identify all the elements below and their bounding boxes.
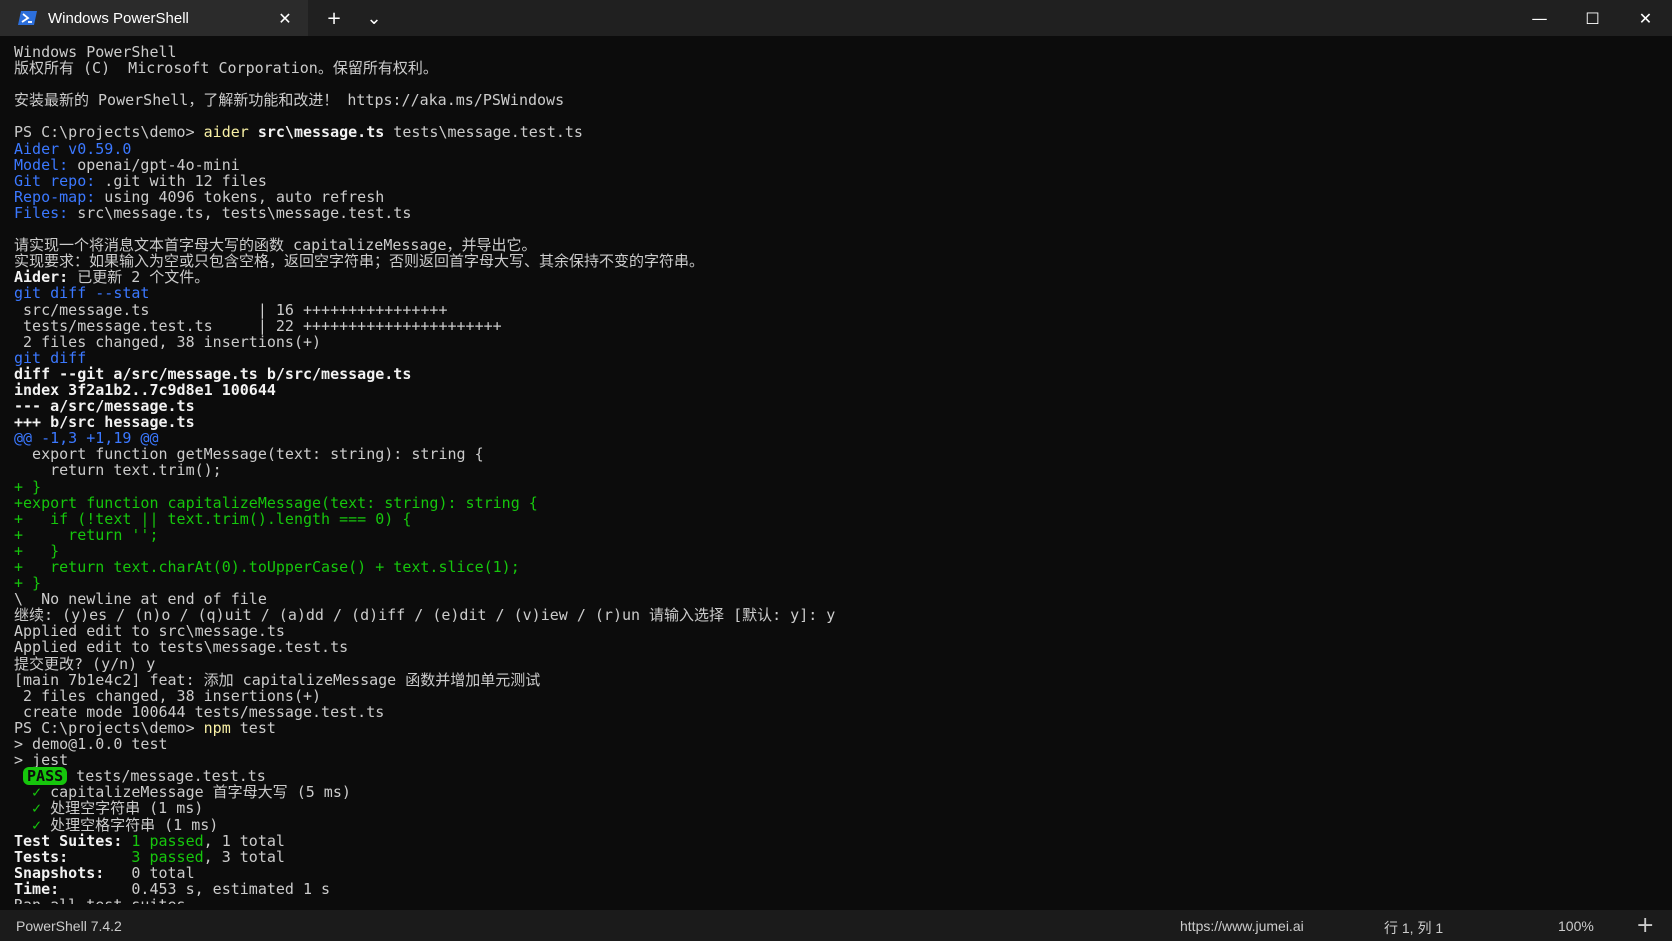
terminal-line: index 3f2a1b2..7c9d8e1 100644 (14, 382, 1654, 398)
status-bar: PowerShell 7.4.2 https://www.jumei.ai 行 … (0, 910, 1672, 941)
terminal-text: src\message.ts, tests\message.test.ts (68, 203, 412, 222)
close-window-button[interactable]: ✕ (1619, 0, 1672, 36)
cursor-position: 行 1, 列 1 (1384, 920, 1444, 936)
terminal-line: Ran all test suites. (14, 897, 1654, 904)
shell-version: PowerShell 7.4.2 (16, 918, 122, 934)
status-link[interactable]: https://www.jumei.ai (1180, 918, 1304, 934)
terminal-text: test (230, 718, 276, 737)
terminal-line: + if (!text || text.trim().length === 0)… (14, 511, 1654, 527)
terminal-line: Tests: 3 passed, 3 total (14, 849, 1654, 865)
terminal-line: Aider: 已更新 2 个文件。 (14, 269, 1654, 285)
add-icon[interactable]: + (1636, 913, 1654, 938)
tab-title: Windows PowerShell (48, 9, 189, 27)
terminal-line: diff --git a/src/message.ts b/src/messag… (14, 366, 1654, 382)
terminal-line: Aider v0.59.0 (14, 141, 1654, 157)
terminal-line: Git repo: .git with 12 files (14, 173, 1654, 189)
terminal-line: 版权所有 (C) Microsoft Corporation。保留所有权利。 (14, 60, 1654, 76)
terminal-line: @@ -1,3 +1,19 @@ (14, 430, 1654, 446)
title-drag-area[interactable] (392, 0, 1513, 36)
terminal-text: 版权所有 (C) Microsoft Corporation。保留所有权利。 (14, 59, 438, 78)
zoom-level[interactable]: 100% (1558, 918, 1594, 934)
terminal-text: Files: (14, 203, 69, 222)
terminal-line: Windows PowerShell (14, 44, 1654, 60)
terminal-line: ✓ 处理空格字符串 (1 ms) (14, 816, 1654, 833)
terminal-text: , 3 total (203, 847, 285, 866)
terminal-line: +++ b/src hessage.ts (14, 414, 1654, 430)
terminal-line: Time: 0.453 s, estimated 1 s (14, 881, 1654, 897)
terminal-text: aider (203, 123, 249, 142)
terminal-line: Applied edit to tests\message.test.ts (14, 639, 1654, 655)
terminal-line: + return text.charAt(0).toUpperCase() + … (14, 559, 1654, 575)
terminal-line: 请实现一个将消息文本首字母大写的函数 capitalizeMessage，并导出… (14, 237, 1654, 253)
terminal-line: PS C:\projects\demo> npm test (14, 720, 1654, 736)
terminal-line: + } (14, 543, 1654, 559)
terminal-text: Ran all test suites. (14, 896, 195, 904)
terminal-line: Model: openai/gpt-4o-mini (14, 157, 1654, 173)
terminal-line: +export function capitalizeMessage(text:… (14, 495, 1654, 511)
terminal-line: ✓ capitalizeMessage 首字母大写 (5 ms) (14, 784, 1654, 800)
title-bar: Windows PowerShell ✕ + ⌄ — ☐ ✕ (0, 0, 1672, 36)
terminal-line: + } (14, 478, 1654, 495)
terminal-line: \ No newline at end of file (14, 591, 1654, 607)
terminal-line: create mode 100644 tests/message.test.ts (14, 704, 1654, 720)
terminal-line: 实现要求：如果输入为空或只包含空格，返回空字符串；否则返回首字母大写、其余保持不… (14, 253, 1654, 269)
terminal-line: 安装最新的 PowerShell，了解新功能和改进！ https://aka.m… (14, 92, 1654, 108)
terminal-line: PS C:\projects\demo> aider src\message.t… (14, 124, 1654, 140)
terminal-line: [main 7b1e4c2] feat: 添加 capitalizeMessag… (14, 672, 1654, 688)
terminal-line: ✓ 处理空字符串 (1 ms) (14, 800, 1654, 816)
terminal-line: --- a/src/message.ts (14, 398, 1654, 414)
terminal-line: > demo@1.0.0 test (14, 736, 1654, 752)
terminal-text: + return text.charAt(0).toUpperCase() + … (14, 558, 520, 576)
close-tab-icon[interactable]: ✕ (272, 5, 298, 31)
terminal-line: export function getMessage(text: string)… (14, 446, 1654, 462)
terminal-line: tests/message.test.ts | 22 +++++++++++++… (14, 318, 1654, 334)
terminal-line: Applied edit to src\message.ts (14, 623, 1654, 639)
terminal-line: Repo-map: using 4096 tokens, auto refres… (14, 189, 1654, 205)
terminal-line: + } (14, 575, 1654, 591)
maximize-button[interactable]: ☐ (1566, 0, 1619, 36)
terminal-text: npm (203, 718, 231, 737)
tab-windows-powershell[interactable]: Windows PowerShell ✕ (0, 0, 308, 36)
terminal-line: git diff (14, 350, 1654, 366)
terminal-line: 2 files changed, 38 insertions(+) (14, 688, 1654, 704)
terminal-line: + return ''; (14, 527, 1654, 543)
terminal-text: return text.trim(); (14, 461, 222, 480)
terminal-text: src\message.ts (248, 123, 385, 142)
terminal-line: git diff --stat (14, 285, 1654, 301)
terminal-output[interactable]: Windows PowerShell 版权所有 (C) Microsoft Cor… (14, 44, 1654, 904)
terminal-line: Snapshots: 0 total (14, 865, 1654, 881)
terminal-line: PASS tests/message.test.ts (14, 767, 1654, 786)
chevron-down-icon[interactable]: ⌄ (356, 0, 392, 36)
terminal-line: Test Suites: 1 passed, 1 total (14, 833, 1654, 849)
terminal-line: return text.trim(); (14, 462, 1654, 478)
terminal-line: Files: src\message.ts, tests\message.tes… (14, 205, 1654, 221)
terminal-line: src/message.ts | 16 ++++++++++++++++ (14, 301, 1654, 318)
new-tab-button[interactable]: + (316, 0, 352, 36)
terminal-line: 继续: (y)es / (n)o / (q)uit / (a)dd / (d)i… (14, 607, 1654, 623)
terminal-text: tests\message.test.ts (384, 123, 583, 142)
terminal-line: > jest (14, 752, 1654, 768)
terminal-text: 安装最新的 PowerShell，了解新功能和改进！ https://aka.m… (14, 91, 565, 110)
terminal-line: 提交更改? (y/n) y (14, 656, 1654, 672)
terminal-line: 2 files changed, 38 insertions(+) (14, 334, 1654, 350)
powershell-icon (18, 10, 38, 26)
minimize-button[interactable]: — (1513, 0, 1566, 36)
